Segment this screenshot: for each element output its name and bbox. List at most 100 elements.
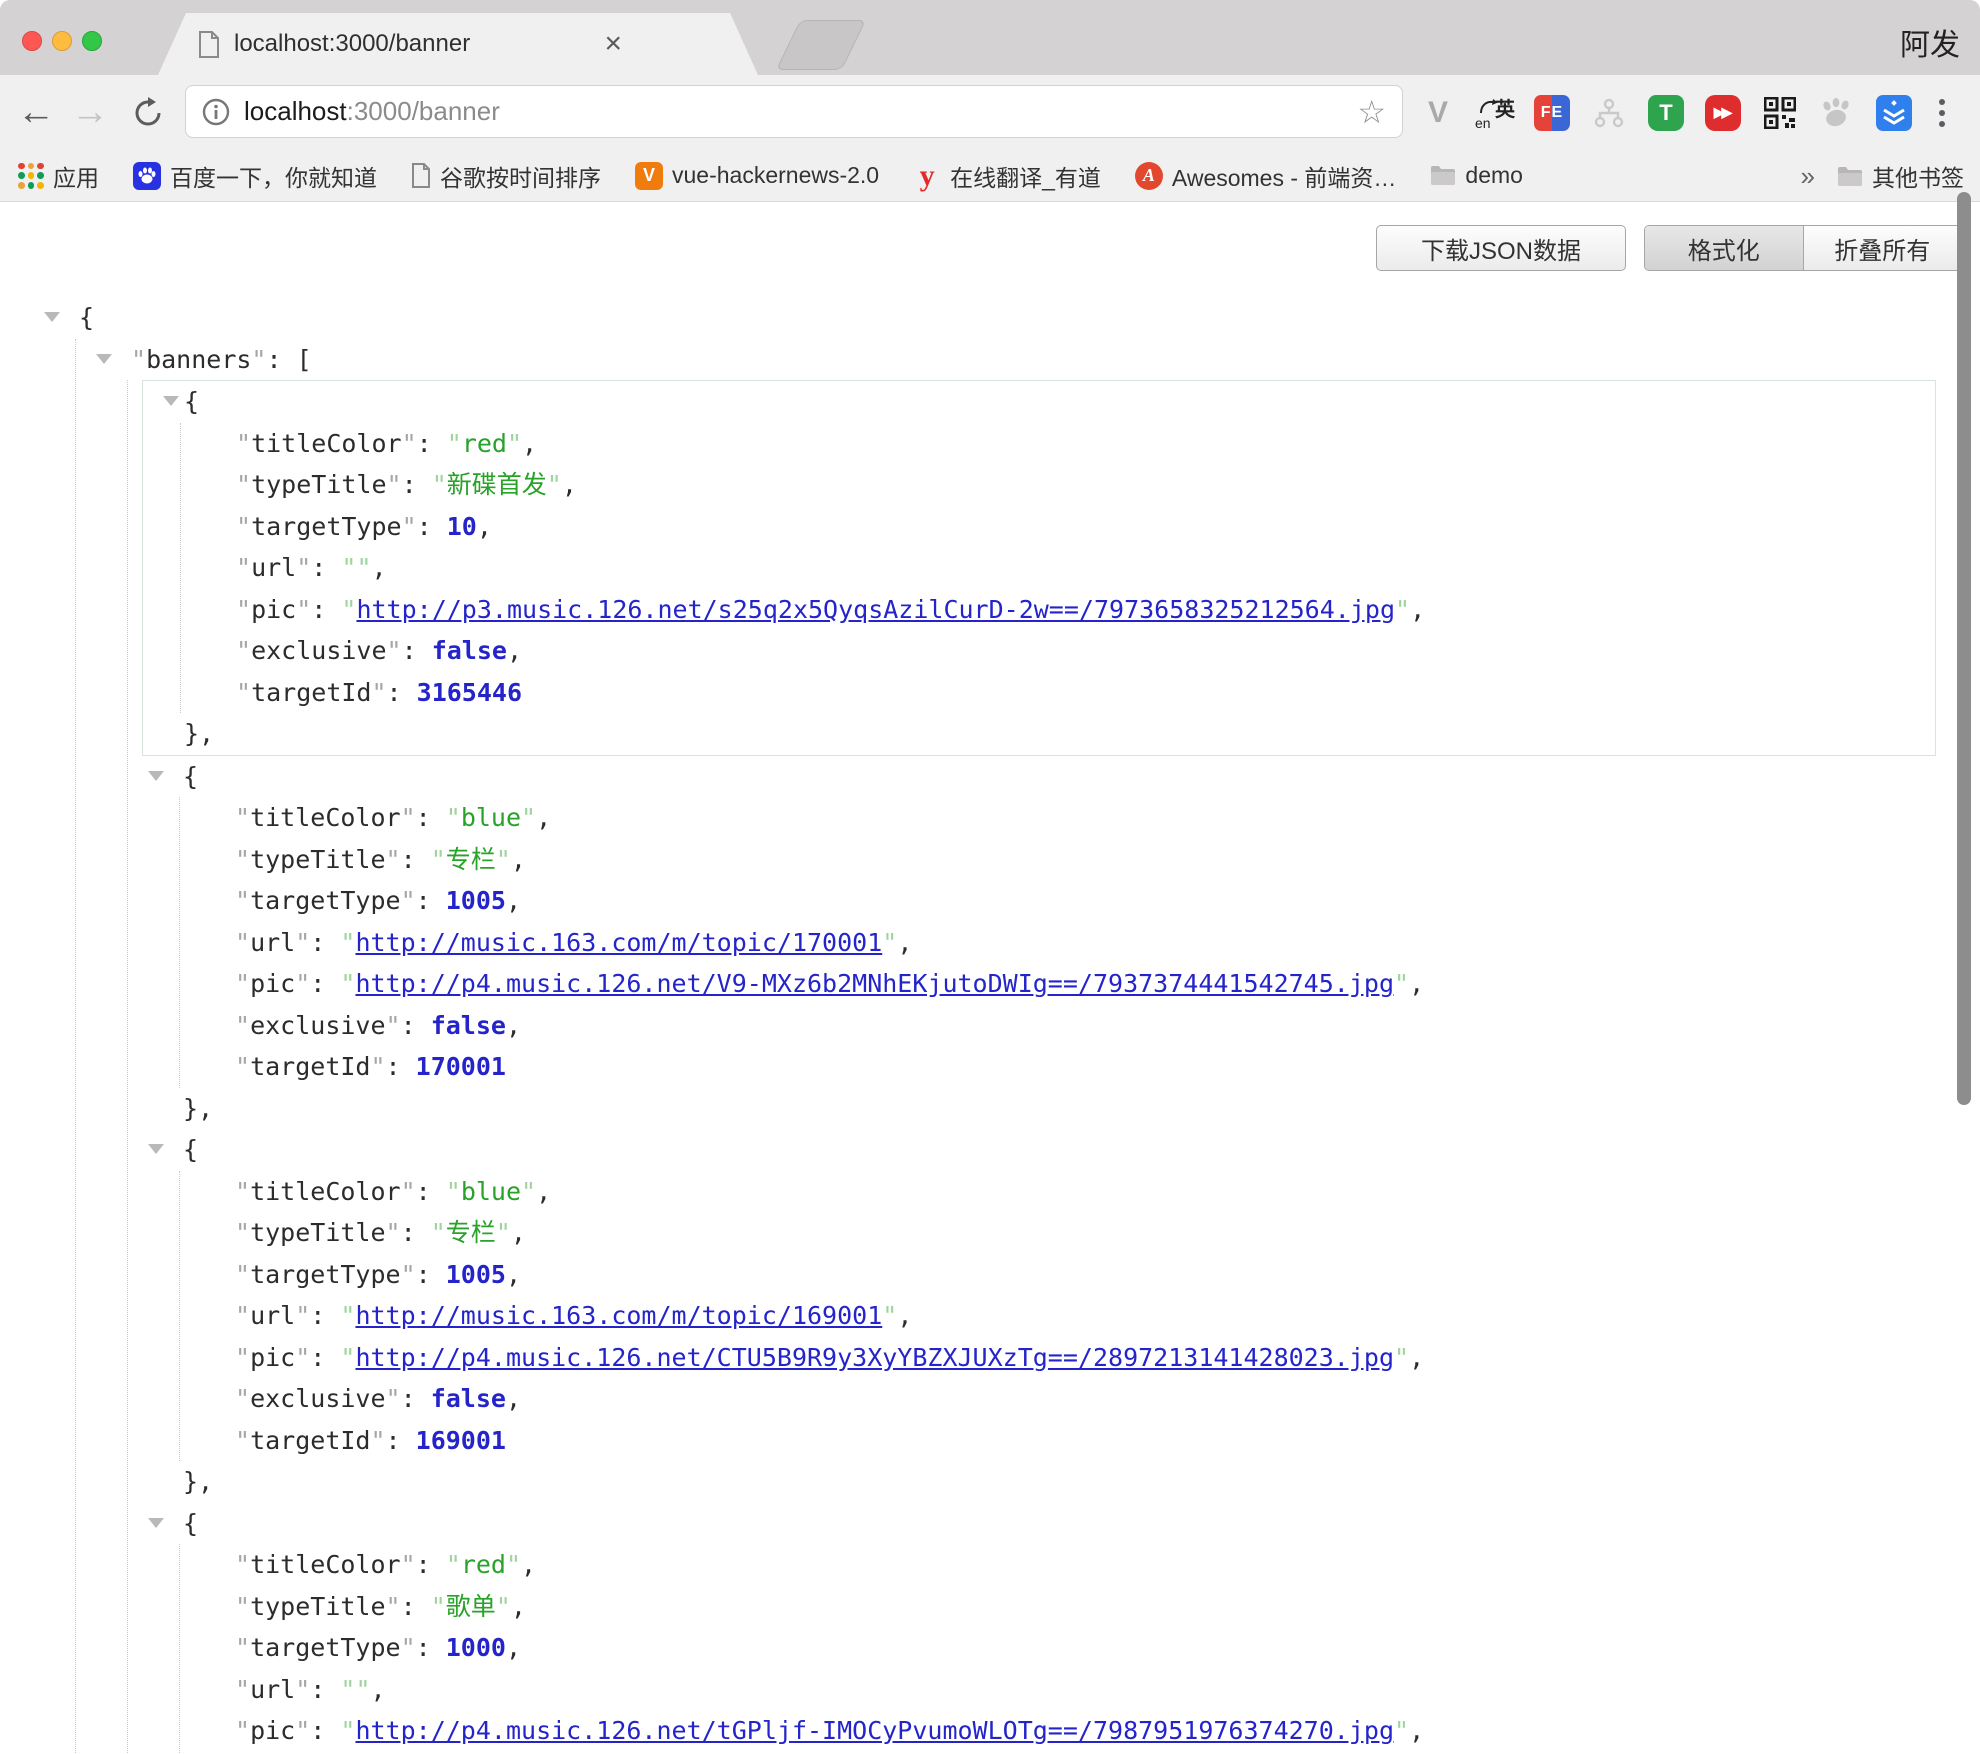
other-bookmarks[interactable]: 其他书签 [1837,159,1964,193]
qrcode-icon[interactable] [1762,95,1798,131]
baidu-paw-icon [133,162,161,190]
json-key: targetType [250,1633,401,1662]
json-key: typeTitle [251,470,386,499]
window-zoom-button[interactable] [82,31,102,51]
bookmark-baidu[interactable]: 百度一下，你就知道 [133,159,377,193]
json-property-row: "url": "http://music.163.com/m/topic/170… [180,922,1936,964]
folder-icon [1430,165,1456,186]
json-property-row: "titleColor": "red", [181,423,1935,465]
json-property-row: "typeTitle": "新碟首发", [181,464,1935,506]
json-literal-value: false [431,1384,506,1413]
page-content: 下载JSON数据 格式化 折叠所有 { "banners": [ {"title… [0,203,1980,1754]
json-link[interactable]: http://p4.music.126.net/V9-MXz6b2MNhEKju… [355,969,1394,998]
profile-name[interactable]: 阿发 [1900,20,1960,64]
vimium-icon[interactable]: V [1420,95,1456,131]
json-property-row: "exclusive": false, [180,1005,1936,1047]
fast-forward-icon[interactable]: ▶▶ [1705,95,1741,131]
json-key: typeTitle [250,1218,385,1247]
json-key: typeTitle [250,1592,385,1621]
awesomes-icon: A [1135,162,1163,190]
reload-icon[interactable] [124,75,172,150]
browser-window: { "browser": { "profile_name": "阿发", "ta… [0,0,1980,1754]
json-property-row: "pic": "http://p4.music.126.net/V9-MXz6b… [180,963,1936,1005]
json-literal-value: 1005 [446,886,506,915]
vertical-scrollbar-thumb[interactable] [1957,192,1971,1105]
json-property-row: "targetId": 170001 [180,1046,1936,1088]
bookmark-youdao[interactable]: y 在线翻译_有道 [913,159,1101,193]
check-list-icon[interactable] [1876,95,1912,131]
json-string-value: 新碟首发 [447,470,547,499]
bookmarks-overflow-icon[interactable]: » [1801,161,1815,192]
back-icon[interactable]: ← [12,75,60,150]
json-key: pic [250,1343,295,1372]
browser-tab[interactable]: localhost:3000/banner × [158,13,758,75]
json-key: banners [146,345,251,374]
json-property-row: "typeTitle": "歌单", [180,1586,1936,1628]
window-minimize-button[interactable] [52,31,72,51]
json-key: titleColor [250,803,401,832]
collapse-triangle-icon[interactable] [163,396,179,406]
json-key: targetId [250,1052,370,1081]
collapse-triangle-icon[interactable] [96,354,112,364]
collapse-triangle-icon[interactable] [148,1144,164,1154]
json-property-row: "pic": "http://p4.music.126.net/tGPljf-I… [180,1710,1936,1752]
forward-icon[interactable]: → [66,75,114,150]
json-key: typeTitle [250,845,385,874]
json-property-row: "exclusive": false, [181,630,1935,672]
json-key: targetType [251,512,402,541]
fe-helper-icon[interactable]: FE [1534,95,1570,131]
json-property-row: "url": "", [181,547,1935,589]
translate-icon[interactable]: 英 en [1477,95,1513,131]
json-key: titleColor [250,1550,401,1579]
collapse-triangle-icon[interactable] [148,1518,164,1528]
json-link[interactable]: http://music.163.com/m/topic/169001 [355,1301,882,1330]
bookmark-folder-demo[interactable]: demo [1430,162,1523,189]
json-link[interactable]: http://p4.music.126.net/CTU5B9R9y3XyYBZX… [355,1343,1394,1372]
json-property-row: "typeTitle": "专栏", [180,839,1936,881]
json-property-row: "targetType": 1000, [180,1627,1936,1669]
bookmark-vue-hackernews[interactable]: V vue-hackernews-2.0 [635,162,879,190]
json-key: exclusive [251,636,386,665]
json-link[interactable]: http://music.163.com/m/topic/170001 [355,928,882,957]
json-property-row: "titleColor": "red", [180,1544,1936,1586]
json-key: url [251,553,296,582]
collapse-triangle-icon[interactable] [44,312,60,322]
json-link[interactable]: http://p4.music.126.net/tGPljf-IMOCyPvum… [355,1716,1394,1745]
json-banners-node: "banners": [ {"titleColor": "red","typeT… [76,339,1936,1754]
json-key: targetType [250,886,401,915]
tampermonkey-icon[interactable]: T [1648,95,1684,131]
tab-close-icon[interactable]: × [604,29,622,59]
json-literal-value: 10 [447,512,477,541]
address-bar[interactable]: localhost:3000/banner ☆ [185,85,1403,138]
bookmark-star-icon[interactable]: ☆ [1357,96,1386,128]
json-property-row: "targetType": 10, [181,506,1935,548]
json-viewer: { "banners": [ {"titleColor": "red","typ… [0,203,1964,1754]
json-literal-value: 169001 [416,1426,506,1455]
new-tab-button[interactable] [776,20,866,70]
json-key: exclusive [250,1384,385,1413]
json-link[interactable]: http://p3.music.126.net/s25q2x5QyqsAzilC… [356,595,1395,624]
collapse-triangle-icon[interactable] [148,771,164,781]
json-property-row: "titleColor": "blue", [180,1171,1936,1213]
json-string-value: blue [461,803,521,832]
bookmark-google-sort[interactable]: 谷歌按时间排序 [411,159,601,193]
browser-menu-icon[interactable] [1939,99,1945,127]
info-icon[interactable] [202,98,230,126]
json-key: url [250,1301,295,1330]
sitemap-icon[interactable] [1591,95,1627,131]
json-key: exclusive [250,1011,385,1040]
json-key: url [250,1675,295,1704]
window-close-button[interactable] [22,31,42,51]
json-property-row: "targetId": 3165446 [181,672,1935,714]
paw-icon[interactable] [1819,95,1855,131]
page-icon [411,163,431,188]
bookmark-awesomes[interactable]: A Awesomes - 前端资… [1135,159,1397,193]
json-key: targetId [251,678,371,707]
json-property-row: "pic": "http://p4.music.126.net/CTU5B9R9… [180,1337,1936,1379]
json-literal-value: 3165446 [417,678,522,707]
url-text[interactable]: localhost:3000/banner [244,96,500,127]
bookmark-apps[interactable]: 应用 [18,159,99,193]
json-string-value: 专栏 [446,1218,496,1247]
json-key: titleColor [251,429,402,458]
json-literal-value: 1005 [446,1260,506,1289]
